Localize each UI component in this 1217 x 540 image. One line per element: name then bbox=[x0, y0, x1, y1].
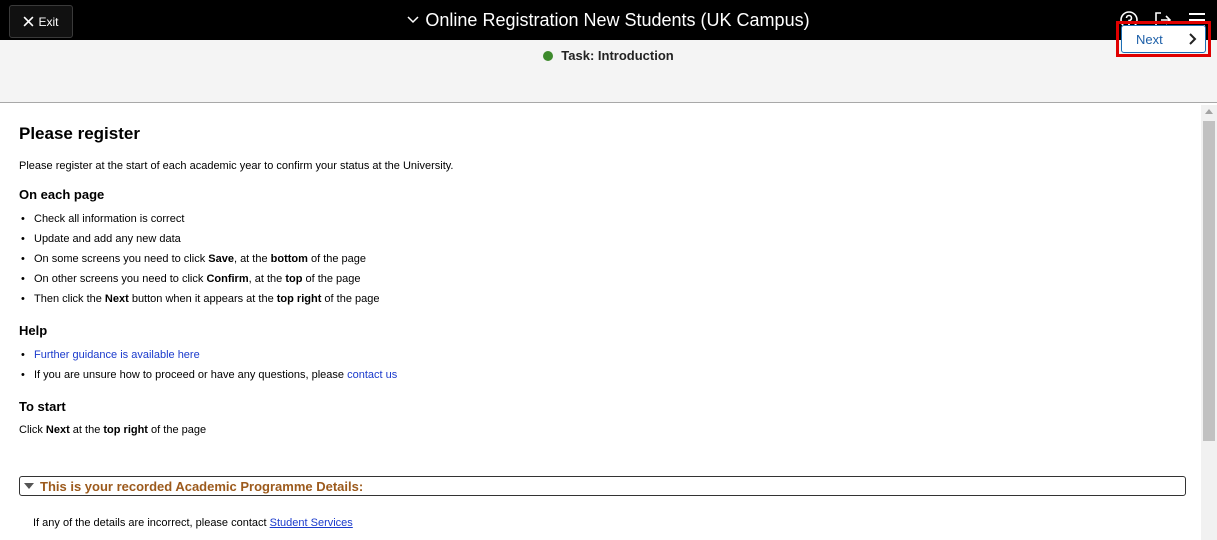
main-heading: Please register bbox=[19, 124, 140, 143]
page-title-dropdown[interactable]: Online Registration New Students (UK Cam… bbox=[407, 9, 810, 31]
list-item: If you are unsure how to proceed or have… bbox=[19, 368, 397, 388]
list-item: Update and add any new data bbox=[19, 232, 379, 252]
scroll-up-icon[interactable] bbox=[1201, 108, 1217, 118]
top-bar: Exit Online Registration New Students (U… bbox=[0, 0, 1217, 40]
list-item: Then click the Next button when it appea… bbox=[19, 292, 379, 312]
list-item: Further guidance is available here bbox=[19, 348, 397, 368]
scroll-thumb[interactable] bbox=[1203, 121, 1215, 441]
student-services-link[interactable]: Student Services bbox=[270, 517, 353, 529]
further-guidance-link[interactable]: Further guidance is available here bbox=[34, 349, 200, 361]
close-icon bbox=[24, 16, 34, 27]
details-note: If any of the details are incorrect, ple… bbox=[33, 517, 353, 529]
to-start-text: Click Next at the top right of the page bbox=[19, 424, 207, 436]
help-list: Further guidance is available here If yo… bbox=[19, 348, 397, 388]
academic-programme-section-toggle[interactable]: This is your recorded Academic Programme… bbox=[19, 476, 1186, 496]
chevron-right-icon bbox=[1189, 33, 1197, 45]
exit-button[interactable]: Exit bbox=[9, 5, 73, 38]
on-each-page-heading: On each page bbox=[19, 187, 105, 202]
main-content: Please register Please register at the s… bbox=[19, 104, 1189, 540]
intro-text: Please register at the start of each aca… bbox=[19, 160, 454, 172]
next-button[interactable]: Next bbox=[1121, 25, 1206, 53]
list-item: Check all information is correct bbox=[19, 212, 379, 232]
next-label: Next bbox=[1136, 31, 1163, 47]
section-title: This is your recorded Academic Programme… bbox=[40, 478, 364, 494]
contact-us-link[interactable]: contact us bbox=[347, 369, 397, 381]
list-item: On other screens you need to click Confi… bbox=[19, 272, 379, 292]
chevron-down-icon bbox=[407, 16, 419, 24]
task-status: Task: Introduction bbox=[0, 48, 1217, 63]
on-each-page-list: Check all information is correct Update … bbox=[19, 212, 379, 312]
to-start-heading: To start bbox=[19, 399, 66, 414]
task-label: Task: Introduction bbox=[561, 48, 674, 63]
scrollbar[interactable] bbox=[1201, 105, 1217, 540]
exit-label: Exit bbox=[38, 14, 59, 29]
triangle-down-icon bbox=[24, 482, 34, 489]
list-item: On some screens you need to click Save, … bbox=[19, 252, 379, 272]
help-heading: Help bbox=[19, 323, 48, 338]
status-dot-icon bbox=[543, 50, 554, 61]
page-title: Online Registration New Students (UK Cam… bbox=[425, 9, 810, 30]
task-bar: Task: Introduction bbox=[0, 40, 1217, 103]
